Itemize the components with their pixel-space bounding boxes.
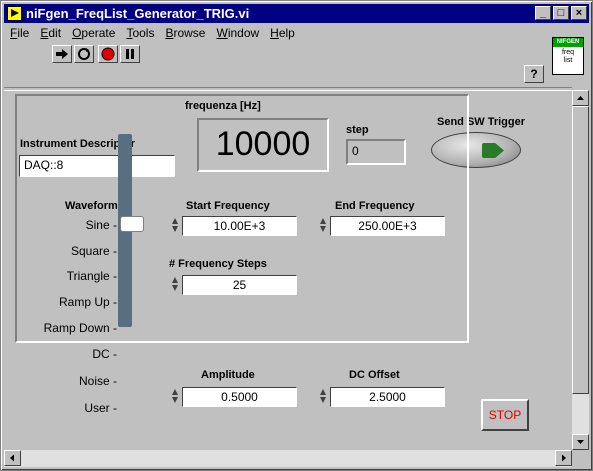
dc-offset-control: 2.5000 [319,387,445,407]
menu-bar: File Edit Operate Tools Browse Window Help [4,24,544,42]
vi-logo: NIFGEN freq list [552,37,584,75]
toolbar [4,43,544,65]
frequency-steps-control: 25 [171,275,297,295]
waveform-option-dc: DC - [92,347,117,361]
waveform-slider-thumb[interactable] [120,216,144,232]
start-frequency-increment-icon[interactable] [171,216,180,236]
waveform-option-ramp-down: Ramp Down - [43,321,117,335]
waveform-label: Waveform [65,200,118,212]
menu-edit[interactable]: Edit [34,24,66,40]
start-frequency-control: 10.00E+3 [171,216,297,236]
frequency-steps-input[interactable]: 25 [182,275,297,295]
minimize-button[interactable]: _ [535,6,551,20]
menu-window[interactable]: Window [210,24,264,40]
amplitude-increment-icon[interactable] [171,387,180,407]
pause-button[interactable] [120,45,140,63]
waveform-option-triangle: Triangle - [66,269,117,283]
menu-tools[interactable]: Tools [120,24,159,40]
trigger-led-icon [482,143,504,158]
menu-help[interactable]: Help [264,24,300,40]
toolbar-divider [4,87,572,91]
waveform-option-noise: Noise - [78,374,117,388]
run-arrow-button[interactable] [52,45,72,63]
scroll-left-button[interactable] [4,450,21,466]
scroll-right-button[interactable] [555,450,572,466]
run-continuously-icon [78,48,90,60]
logo-header: NIFGEN [553,38,583,47]
horizontal-scrollbar[interactable] [4,450,572,467]
waveform-option-ramp-up: Ramp Up - [58,295,117,309]
title-bar[interactable]: niFgen_FreqList_Generator_TRIG.vi _ □ × [4,4,589,23]
frequency-steps-label: # Frequency Steps [169,258,267,270]
scroll-up-button[interactable] [572,90,589,106]
scroll-down-icon [577,440,584,444]
menu-file[interactable]: File [4,24,34,40]
abort-button[interactable] [98,45,118,63]
vi-icon [7,6,22,21]
vertical-scrollbar[interactable] [572,90,589,450]
frequency-steps-increment-icon[interactable] [171,275,180,295]
abort-icon [101,47,115,61]
vertical-scroll-thumb[interactable] [572,106,589,394]
waveform-option-square: Square - [70,244,117,258]
window-title: niFgen_FreqList_Generator_TRIG.vi [26,6,250,21]
scroll-down-button[interactable] [572,434,589,450]
end-frequency-control: 250.00E+3 [319,216,445,236]
close-button[interactable]: × [571,6,587,20]
amplitude-control: 0.5000 [171,387,297,407]
dc-offset-label: DC Offset [349,369,400,381]
dc-offset-input[interactable]: 2.5000 [330,387,445,407]
start-frequency-label: Start Frequency [186,200,270,212]
amplitude-label: Amplitude [201,369,255,381]
labview-window: niFgen_FreqList_Generator_TRIG.vi _ □ × … [0,0,593,471]
resize-grip-icon[interactable] [572,450,589,467]
logo-text-2: list [563,57,573,64]
dc-offset-increment-icon[interactable] [319,387,328,407]
waveform-option-user: User - [84,401,117,415]
maximize-button[interactable]: □ [553,6,569,20]
scroll-up-icon [577,96,584,100]
help-button[interactable]: ? [524,65,544,83]
end-frequency-increment-icon[interactable] [319,216,328,236]
waveform-option-sine: Sine - [85,218,117,232]
stop-button[interactable]: STOP [481,399,529,431]
scroll-left-icon [10,454,14,462]
pause-icon [126,49,134,59]
scroll-right-icon [562,454,566,462]
run-continuously-button[interactable] [74,45,94,63]
menu-browse[interactable]: Browse [159,24,210,40]
start-frequency-input[interactable]: 10.00E+3 [182,216,297,236]
amplitude-input[interactable]: 0.5000 [182,387,297,407]
menu-operate[interactable]: Operate [66,24,120,40]
run-arrow-icon [56,49,68,59]
logo-text-1: freq [561,49,575,56]
end-frequency-label: End Frequency [335,200,415,212]
end-frequency-input[interactable]: 250.00E+3 [330,216,445,236]
